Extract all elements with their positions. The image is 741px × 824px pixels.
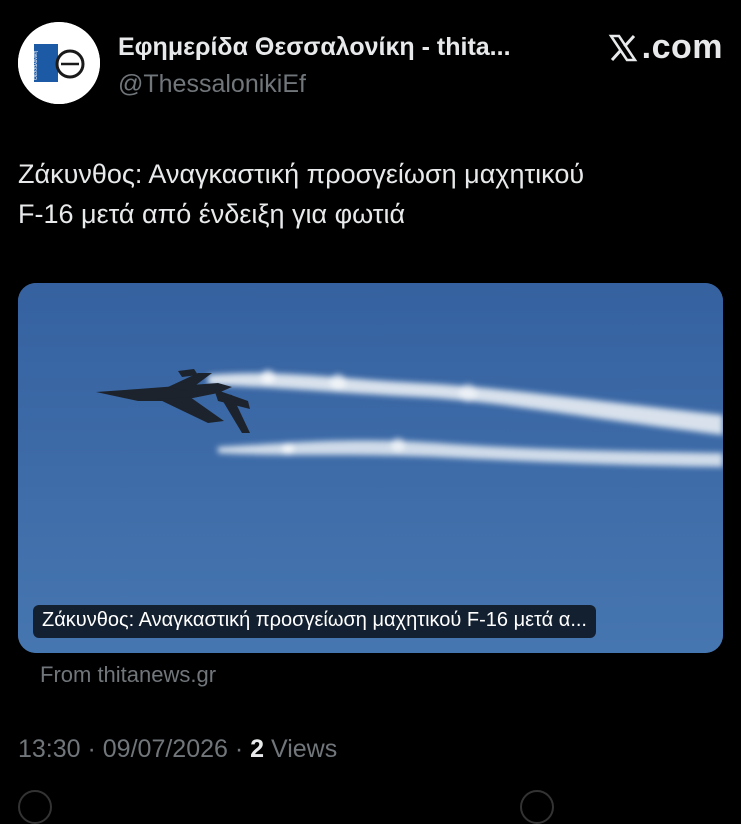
fighter-jet-image <box>18 283 723 653</box>
account-name[interactable]: Εφημερίδα Θεσσαλονίκη - thita... <box>118 33 511 62</box>
share-icon[interactable] <box>520 790 554 824</box>
tweet-time[interactable]: 13:30 <box>18 735 81 763</box>
views-label: Views <box>264 735 338 763</box>
tweet-text-line-1: Ζάκυνθος: Αναγκαστική προσγείωση μαχητικ… <box>18 159 585 189</box>
svg-text:Θεσσαλονίκη: Θεσσαλονίκη <box>33 51 39 80</box>
tweet-date[interactable]: 09/07/2026 <box>103 735 228 763</box>
meta-separator: · <box>80 735 103 763</box>
tweet-text: Ζάκυνθος: Αναγκαστική προσγείωση μαχητικ… <box>18 154 718 234</box>
x-logo: .com <box>608 28 723 67</box>
thessaloniki-newspaper-logo-icon: Θεσσαλονίκη <box>18 22 100 104</box>
x-logo-icon <box>608 34 637 61</box>
tweet-text-line-2: F-16 μετά από ένδειξη για φωτιά <box>18 199 406 229</box>
account-handle[interactable]: @ThessalonikiEf <box>118 70 306 99</box>
reply-icon[interactable] <box>18 790 52 824</box>
account-avatar[interactable]: Θεσσαλονίκη <box>18 22 100 104</box>
x-logo-text: .com <box>641 28 723 66</box>
meta-separator: · <box>227 735 251 763</box>
tweet-meta: 13:30 · 09/07/2026 · 2 Views <box>18 735 337 764</box>
card-title[interactable]: Ζάκυνθος: Αναγκαστική προσγείωση μαχητικ… <box>33 605 596 638</box>
views-count: 2 <box>250 735 265 763</box>
tweet-header: Θεσσαλονίκη Εφημερίδα Θεσσαλονίκη - thit… <box>18 22 723 104</box>
card-source[interactable]: From thitanews.gr <box>40 662 216 688</box>
link-preview-card[interactable]: Ζάκυνθος: Αναγκαστική προσγείωση μαχητικ… <box>18 283 723 653</box>
